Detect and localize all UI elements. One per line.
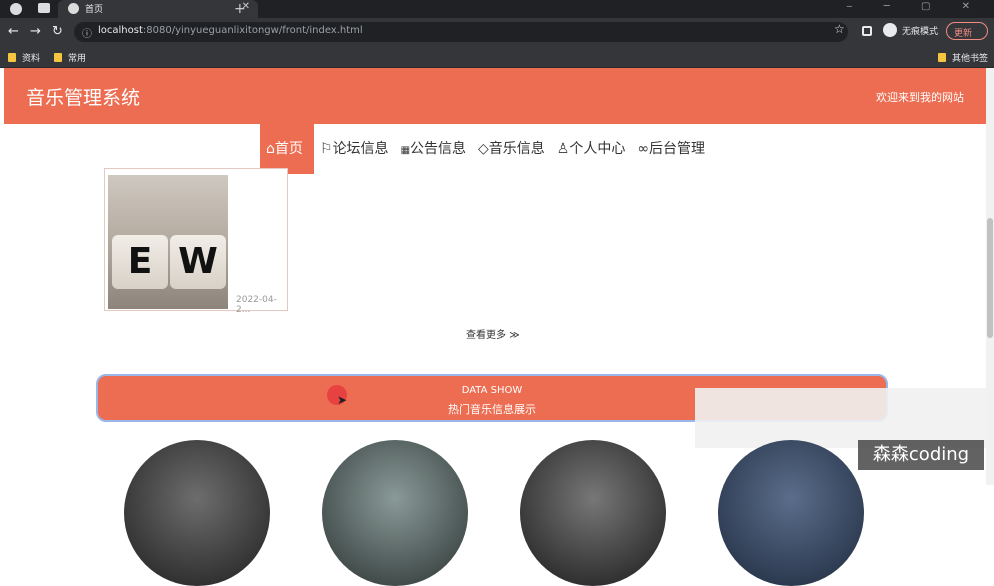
- home-icon: ⌂: [266, 141, 275, 157]
- incognito-icon: [883, 23, 897, 37]
- nav-admin[interactable]: ∞后台管理: [631, 124, 711, 174]
- view-more-link[interactable]: 查看更多 ≫: [466, 326, 520, 341]
- incognito-label: 无痕模式: [902, 27, 939, 37]
- reload-icon[interactable]: ↻: [52, 24, 63, 39]
- card-date: 2022-04-2...: [236, 295, 277, 315]
- welcome-text: 欢迎来到我的网站: [876, 91, 964, 104]
- folder-icon: [938, 53, 946, 62]
- mouse-cursor-icon: ➤: [337, 393, 348, 407]
- other-bookmarks[interactable]: 其他书签: [938, 51, 988, 64]
- double-chevron-icon: ≫: [509, 330, 520, 341]
- letter-block: E: [112, 235, 168, 289]
- bookmarks-bar: 资料 常用 其他书签: [0, 46, 994, 68]
- forward-icon[interactable]: →: [30, 24, 41, 39]
- bookmark-folder[interactable]: 资料: [8, 51, 40, 64]
- window-controls[interactable]: ‒ ─ ▢ ✕: [846, 1, 984, 12]
- watermark: 森森coding: [858, 440, 984, 470]
- address-bar-row: ← → ↻ ⓘ localhost:8080/yinyueguanlixiton…: [0, 18, 994, 46]
- info-icon[interactable]: ⓘ: [82, 25, 92, 40]
- folder-icon: [54, 53, 62, 62]
- nav-notice[interactable]: ▦公告信息: [395, 124, 472, 174]
- letter-block: W: [170, 235, 226, 289]
- folder-icon: [8, 53, 16, 62]
- url-field[interactable]: ⓘ localhost:8080/yinyueguanlixitongw/fro…: [74, 22, 848, 42]
- card-image[interactable]: E W: [108, 175, 228, 309]
- album-cover[interactable]: [322, 440, 468, 586]
- browser-tab[interactable]: 首页 ✕: [58, 0, 258, 18]
- globe-icon: [68, 3, 79, 14]
- site-logo[interactable]: 音乐管理系统: [26, 83, 140, 110]
- new-tab-icon[interactable]: +: [234, 0, 246, 18]
- album-cover[interactable]: [718, 440, 864, 586]
- update-button[interactable]: 更新: [946, 22, 988, 40]
- url-host: localhost: [98, 25, 143, 36]
- side-panel-icon[interactable]: [862, 26, 872, 36]
- main-nav: ⌂首页 ⚐论坛信息 ▦公告信息 ◇音乐信息 ♙个人中心 ∞后台管理: [260, 124, 711, 174]
- url-path: :8080/yinyueguanlixitongw/front/index.ht…: [142, 25, 363, 36]
- notice-card[interactable]: E W 2022-04-2...: [104, 168, 288, 315]
- scrollbar-thumb[interactable]: [987, 218, 993, 338]
- nav-forum[interactable]: ⚐论坛信息: [314, 124, 395, 174]
- nav-home[interactable]: ⌂首页: [260, 124, 314, 174]
- site-header: 音乐管理系统 欢迎来到我的网站: [4, 68, 986, 124]
- bookmark-folder[interactable]: 常用: [54, 51, 86, 64]
- tag-icon: ◇: [478, 141, 489, 157]
- scrollbar[interactable]: [986, 68, 994, 485]
- chrome-menu-icon[interactable]: [10, 3, 22, 15]
- link-icon: ∞: [637, 141, 650, 157]
- browser-tab-bar: 首页 ✕ + ‒ ─ ▢ ✕: [0, 0, 994, 18]
- nav-music[interactable]: ◇音乐信息: [472, 124, 551, 174]
- tab-title: 首页: [85, 5, 104, 15]
- tab-search-icon[interactable]: [38, 3, 50, 13]
- bookmark-star-icon[interactable]: ☆: [834, 22, 845, 36]
- blurred-region: [695, 388, 994, 448]
- grid-icon: ▦: [400, 145, 411, 156]
- flag-icon: ⚐: [320, 141, 333, 157]
- back-icon[interactable]: ←: [8, 24, 19, 39]
- album-cover[interactable]: [124, 440, 270, 586]
- user-icon: ♙: [556, 141, 570, 157]
- nav-personal[interactable]: ♙个人中心: [551, 124, 632, 174]
- album-cover[interactable]: [520, 440, 666, 586]
